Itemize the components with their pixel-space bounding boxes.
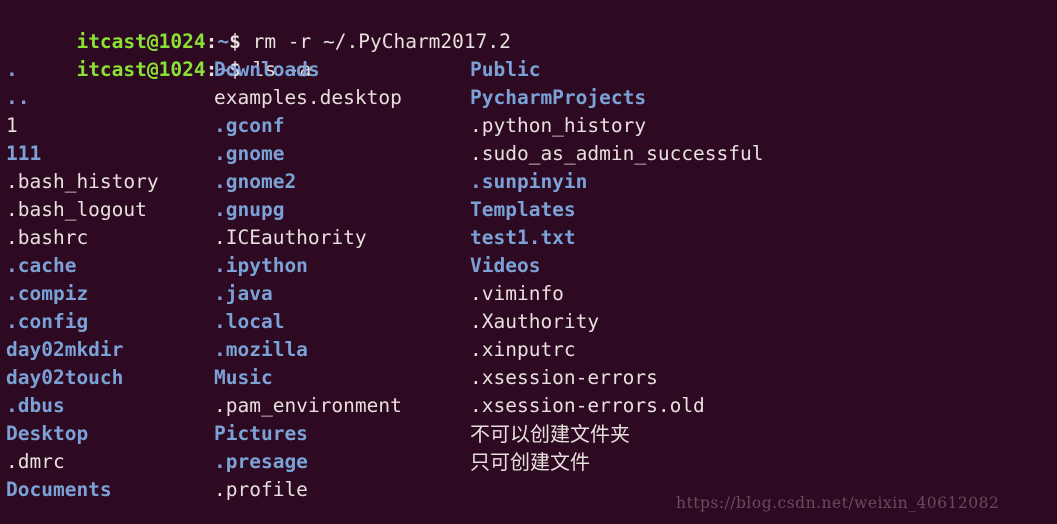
ls-entry: .cache (6, 254, 77, 277)
ls-entry: .viminfo (470, 282, 564, 305)
ls-entry: .pam_environment (214, 394, 402, 417)
ls-entry: .xsession-errors (470, 366, 658, 389)
ls-annotation-text: 不可以创建文件夹 (470, 422, 630, 446)
ls-entry: .xinputrc (470, 338, 576, 361)
ls-entry: .Xauthority (470, 310, 600, 333)
ls-entry: Downloads (214, 58, 320, 81)
ls-entry: .bash_history (6, 170, 159, 193)
ls-entry: .dmrc (6, 450, 65, 473)
ls-entry: day02touch (6, 366, 124, 389)
ls-output-row: . Downloads Public (6, 56, 1057, 84)
command-text: rm -r ~/.PyCharm2017.2 (240, 30, 511, 53)
ls-entry: PycharmProjects (470, 86, 647, 109)
prompt-path: ~ (217, 30, 230, 53)
ls-output-row: Desktop Pictures 不可以创建文件夹 (6, 420, 1057, 448)
prompt-user-host: itcast@1024 (76, 30, 206, 53)
ls-entry: .bash_logout (6, 198, 147, 221)
ls-entry: .gnome (214, 142, 285, 165)
ls-entry: Templates (470, 198, 576, 221)
ls-entry: .gconf (214, 114, 285, 137)
terminal-window[interactable]: itcast@1024:~$ rm -r ~/.PyCharm2017.2 it… (0, 0, 1057, 524)
ls-annotation-text: 只可创建文件 (470, 450, 590, 474)
ls-entry: .dbus (6, 394, 65, 417)
ls-output-row: day02mkdir .mozilla .xinputrc (6, 336, 1057, 364)
ls-entry: Public (470, 58, 541, 81)
prompt-colon: : (205, 30, 218, 53)
ls-output-row: day02touch Music .xsession-errors (6, 364, 1057, 392)
ls-entry: . (6, 58, 18, 81)
ls-entry: examples.desktop (214, 86, 402, 109)
ls-output-row: .compiz .java .viminfo (6, 280, 1057, 308)
ls-entry: .profile (214, 478, 308, 501)
ls-output-row: .config .local .Xauthority (6, 308, 1057, 336)
prompt-dollar: $ (229, 30, 241, 53)
ls-entry: .local (214, 310, 285, 333)
ls-entry: .sudo_as_admin_successful (470, 142, 764, 165)
ls-output-row: 1 .gconf .python_history (6, 112, 1057, 140)
ls-entry: .gnupg (214, 198, 285, 221)
ls-output-row: .cache .ipython Videos (6, 252, 1057, 280)
terminal-command-line: itcast@1024:~$ rm -r ~/.PyCharm2017.2 (6, 0, 1057, 53)
ls-entry: .python_history (470, 114, 647, 137)
ls-entry: .sunpinyin (470, 170, 588, 193)
terminal-screen[interactable]: itcast@1024:~$ rm -r ~/.PyCharm2017.2 it… (6, 0, 1057, 524)
ls-entry: .. (6, 86, 30, 109)
ls-entry: Pictures (214, 422, 308, 445)
ls-entry: day02mkdir (6, 338, 124, 361)
ls-entry: .ICEauthority (214, 226, 367, 249)
ls-entry: Videos (470, 254, 541, 277)
ls-output-row: .dbus .pam_environment .xsession-errors.ol… (6, 392, 1057, 420)
ls-entry: .gnome2 (214, 170, 297, 193)
ls-output-row: .bash_logout .gnupg Templates (6, 196, 1057, 224)
ls-entry: .java (214, 282, 273, 305)
ls-output-row: 111 .gnome .sudo_as_admin_successful (6, 140, 1057, 168)
ls-output: . Downloads Public.. examples.desktop Pychar… (6, 56, 1057, 524)
ls-entry: Music (214, 366, 273, 389)
ls-entry: .ipython (214, 254, 308, 277)
ls-entry: .xsession-errors.old (470, 394, 705, 417)
ls-output-row: .. examples.desktop PycharmProjects (6, 84, 1057, 112)
ls-entry: 1 (6, 114, 18, 137)
ls-output-row: .bashrc .ICEauthority test1.txt (6, 224, 1057, 252)
ls-entry: .bashrc (6, 226, 89, 249)
ls-entry: 111 (6, 142, 42, 165)
ls-output-row: .bash_history .gnome2 .sunpinyin (6, 168, 1057, 196)
ls-entry: test1.txt (470, 226, 576, 249)
ls-entry: Documents (6, 478, 112, 501)
ls-entry: .config (6, 310, 89, 333)
ls-entry: .compiz (6, 282, 89, 305)
ls-entry: Desktop (6, 422, 89, 445)
ls-entry: .presage (214, 450, 308, 473)
watermark-url: https://blog.csdn.net/weixin_40612082 (676, 494, 1000, 512)
ls-output-row: .dmrc .presage 只可创建文件 (6, 448, 1057, 476)
ls-entry: .mozilla (214, 338, 308, 361)
